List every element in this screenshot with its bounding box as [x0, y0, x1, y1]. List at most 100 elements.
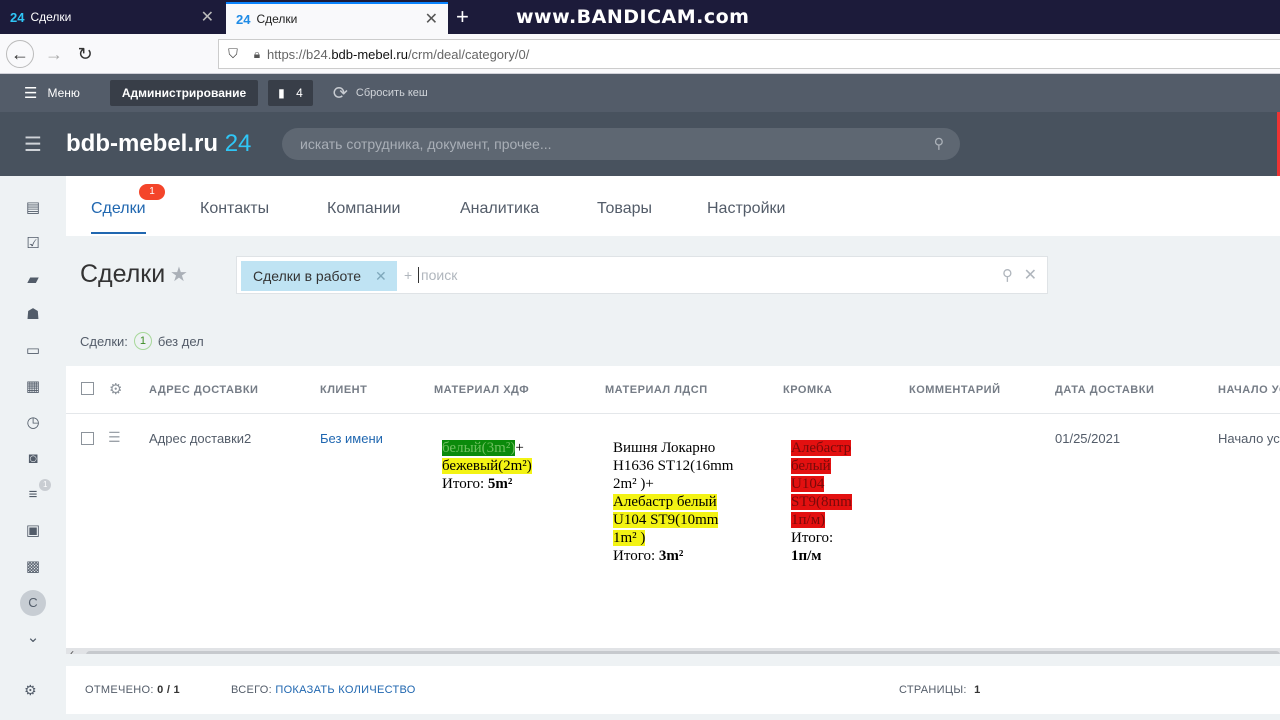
ldsp-line2: H1636 ST12(16mm — [613, 458, 734, 474]
chat-icon[interactable]: ▰ — [23, 270, 43, 290]
edge-hl1: Алебастр — [791, 440, 852, 456]
feed-icon[interactable]: ▤ — [23, 198, 43, 218]
select-all-checkbox[interactable] — [81, 382, 94, 395]
filter-preset-pill[interactable]: Сделки в работе ✕ — [241, 261, 397, 291]
administration-button[interactable]: Администрирование — [109, 80, 259, 106]
hdf-line1-rest: + — [515, 440, 524, 456]
deals-counter: Сделки: 1 без дел — [80, 332, 204, 350]
contact-card-icon[interactable]: ▩ — [23, 557, 43, 577]
deals-grid: ⚙ АДРЕС ДОСТАВКИ КЛИЕНТ МАТЕРИАЛ ХДФ МАТ… — [66, 366, 1280, 654]
crm-top-menu: Сделки 1 Контакты Компании Аналитика Тов… — [66, 176, 1280, 236]
left-sidebar: ▤ ☑ ▰ ☗ ▭ ▦ ◷ ◙ ≡ 1 ▣ ▩ С ⌄ — [0, 176, 66, 720]
bitrix-favicon-icon: 24 — [236, 11, 251, 27]
cell-material-ldsp: Вишня Локарно H1636 ST12(16mm 2m² )+ Але… — [613, 439, 733, 565]
ldsp-hl1: Алебастр белый — [613, 494, 717, 510]
cell-client-link[interactable]: Без имени — [320, 431, 383, 446]
show-count-link[interactable]: ПОКАЗАТЬ КОЛИЧЕСТВО — [275, 684, 415, 696]
clock-icon[interactable]: ◷ — [23, 413, 43, 433]
horizontal-scrollbar[interactable]: ‹ — [66, 646, 1280, 654]
tab-deals[interactable]: Сделки — [91, 200, 146, 234]
window-icon[interactable]: ▣ — [23, 521, 43, 541]
counter-label: Сделки: — [80, 333, 128, 349]
calendar-icon[interactable]: ▦ — [23, 377, 43, 397]
column-header[interactable]: НАЧАЛО УС — [1218, 384, 1280, 396]
chevron-left-icon[interactable]: ‹ — [70, 646, 74, 654]
page-title: Сделки — [80, 260, 166, 288]
robot-icon[interactable]: ◙ — [23, 449, 43, 469]
search-icon[interactable]: ⚲ — [934, 135, 944, 152]
hamburger-icon[interactable]: ☰ — [24, 132, 42, 157]
tab-analytics[interactable]: Аналитика — [460, 200, 539, 218]
deals-counter-badge: 1 — [139, 184, 165, 200]
tab-contacts[interactable]: Контакты — [200, 200, 269, 218]
drive-icon[interactable]: ▭ — [23, 341, 43, 361]
row-menu-icon[interactable]: ☰ — [108, 429, 121, 446]
column-header[interactable]: МАТЕРИАЛ ЛДСП — [605, 384, 708, 396]
edge-hl4: ST9(8mm — [791, 494, 852, 510]
crm-funnel-icon[interactable]: ≡ 1 — [23, 479, 52, 505]
notifications-count: 4 — [296, 86, 303, 100]
ldsp-total-label: Итого: — [613, 548, 659, 564]
back-arrow-icon[interactable]: ← — [6, 40, 34, 68]
ldsp-line1: Вишня Локарно — [613, 440, 716, 456]
close-icon[interactable]: ✕ — [1024, 265, 1037, 285]
portal-logo[interactable]: bdb-mebel.ru 24 — [66, 130, 251, 158]
chevron-down-icon[interactable]: ⌄ — [23, 628, 43, 648]
search-icon[interactable]: ⚲ — [1002, 266, 1013, 284]
url-bar[interactable]: ⛉ 🔒︎ https://b24. bdb-mebel.ru/crm/deal/c… — [218, 39, 1280, 69]
portal-header: ☰ bdb-mebel.ru 24 искать сотрудника, док… — [0, 112, 1280, 176]
new-tab-icon[interactable]: + — [456, 4, 469, 30]
cell-edge: Алебастр белый U104 ST9(8mm 1п/м) Итого:… — [791, 439, 852, 565]
notifications-button[interactable]: ▮ 4 — [268, 80, 313, 106]
tab-settings[interactable]: Настройки — [707, 200, 785, 218]
edge-total-label: Итого: — [791, 530, 834, 546]
row-checkbox[interactable] — [81, 432, 94, 445]
close-icon[interactable]: ✕ — [425, 9, 438, 29]
filter-search-input[interactable]: поиск — [418, 267, 457, 283]
ldsp-line3: 2m² )+ — [613, 476, 654, 492]
browser-tab-1[interactable]: 24 Сделки ✕ — [0, 0, 224, 34]
column-header[interactable]: КРОМКА — [783, 384, 832, 396]
user-avatar[interactable]: С — [20, 590, 46, 616]
close-icon[interactable]: ✕ — [201, 7, 214, 27]
tab-products[interactable]: Товары — [597, 200, 652, 218]
url-prefix: https://b24. — [267, 46, 332, 62]
tab-label: Сделки — [91, 200, 146, 217]
filter-search-bar[interactable]: Сделки в работе ✕ + поиск ⚲ ✕ — [236, 256, 1048, 294]
close-icon[interactable]: ✕ — [375, 268, 387, 285]
reset-cache-button[interactable]: ⟳ Сбросить кеш — [333, 83, 428, 104]
reload-icon[interactable]: ↻ — [71, 40, 99, 68]
gear-icon[interactable]: ⚙ — [109, 380, 122, 398]
column-header[interactable]: АДРЕС ДОСТАВКИ — [149, 384, 258, 396]
cell-material-hdf: белый(3m²)+ бежевый(2m²) Итого: 5m² — [442, 439, 532, 493]
page-number[interactable]: 1 — [974, 684, 980, 696]
shield-icon[interactable]: ⛉ — [219, 46, 247, 62]
ldsp-hl2: U104 ST9(10mm — [613, 512, 719, 528]
global-search-input[interactable]: искать сотрудника, документ, прочее... ⚲ — [282, 128, 960, 160]
browser-tab-2[interactable]: 24 Сделки ✕ — [226, 2, 448, 34]
counter-value[interactable]: 1 — [133, 332, 152, 350]
star-icon[interactable]: ★ — [170, 262, 188, 287]
tasks-icon[interactable]: ☑ — [23, 234, 43, 254]
admin-menu-label: Меню — [47, 86, 80, 100]
edge-hl2: белый — [791, 458, 831, 474]
lock-icon[interactable]: 🔒︎ — [247, 47, 267, 62]
admin-menu-button[interactable]: ☰ Меню — [24, 84, 80, 102]
column-header[interactable]: КОММЕНТАРИЙ — [909, 384, 1001, 396]
forward-arrow-icon[interactable]: → — [40, 40, 68, 68]
column-header[interactable]: ДАТА ДОСТАВКИ — [1055, 384, 1154, 396]
tab-title: Сделки — [30, 10, 72, 24]
scrollbar-thumb[interactable] — [86, 651, 1280, 654]
grid-header: ⚙ АДРЕС ДОСТАВКИ КЛИЕНТ МАТЕРИАЛ ХДФ МАТ… — [66, 366, 1280, 414]
settings-icon[interactable]: ⚙ — [24, 682, 37, 699]
pages-label: СТРАНИЦЫ: — [899, 684, 967, 696]
logo-name: bdb-mebel.ru — [66, 130, 219, 157]
column-header[interactable]: КЛИЕНТ — [320, 384, 367, 396]
tab-title: Сделки — [256, 12, 298, 26]
total-label: ВСЕГО: — [231, 684, 273, 696]
groups-icon[interactable]: ☗ — [23, 305, 43, 325]
hdf-line1: белый(3m²) — [442, 440, 516, 456]
tab-companies[interactable]: Компании — [327, 200, 401, 218]
column-header[interactable]: МАТЕРИАЛ ХДФ — [434, 384, 529, 396]
reset-cache-label: Сбросить кеш — [355, 87, 428, 99]
